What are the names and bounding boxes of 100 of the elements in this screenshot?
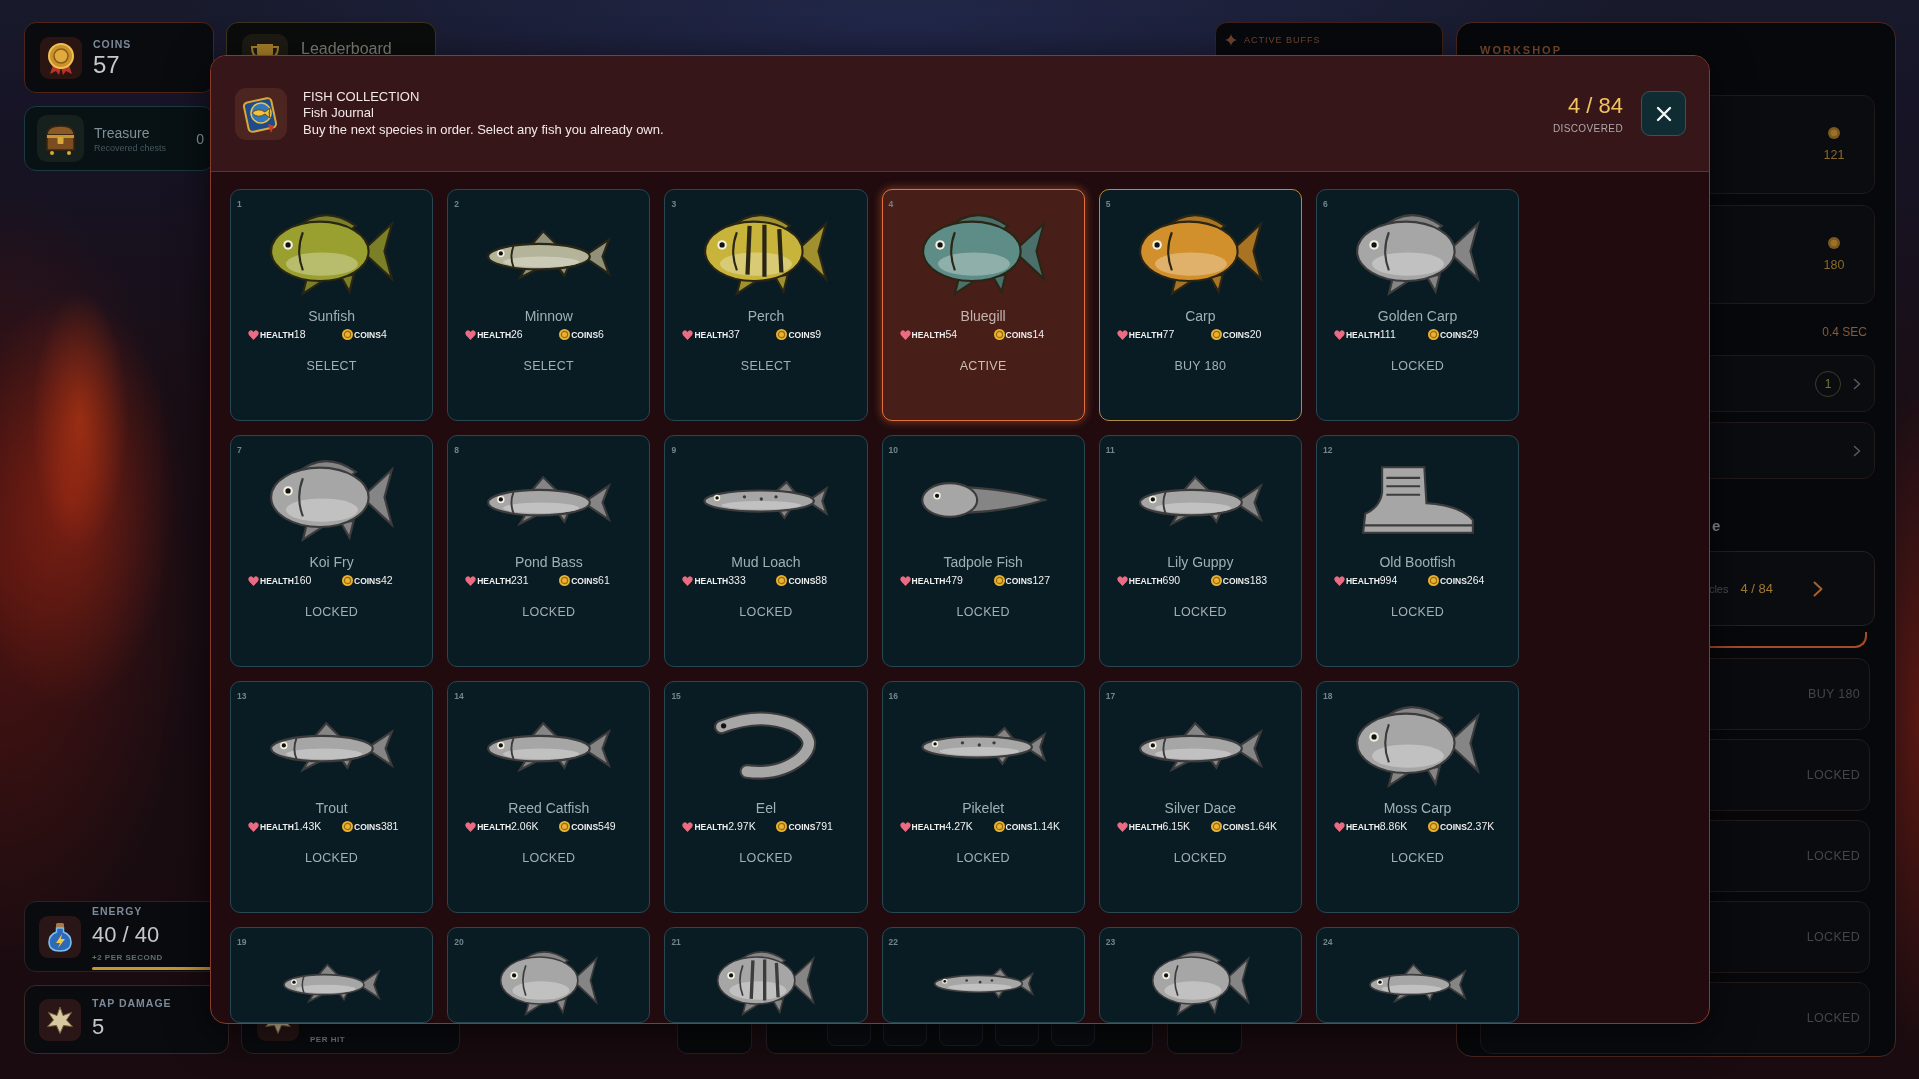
card-number: 11 [1105, 444, 1115, 456]
coin-icon [1210, 329, 1222, 340]
coins-stat: COINS61 [571, 573, 610, 588]
burst-icon [39, 998, 81, 1041]
heart-icon [899, 575, 911, 586]
fish-card[interactable]: 20 [447, 927, 651, 1023]
coins-stat: COINS183 [1222, 573, 1268, 588]
coins-stat: COINS2.37K [1439, 819, 1495, 834]
fish-card[interactable]: 22 [881, 927, 1085, 1023]
card-number: 14 [454, 690, 464, 702]
coins-stat: COINS20 [1222, 327, 1262, 342]
fish-card[interactable]: 2 Minnow HEALTH26 COINS6 SELECT [447, 189, 651, 421]
coin-icon [776, 329, 788, 340]
interval-text: 0.4 SEC [1822, 324, 1867, 341]
health-stat: HEALTH77 [1128, 327, 1175, 342]
health-stat: HEALTH479 [911, 573, 963, 588]
heart-icon [1116, 329, 1128, 340]
heart-icon [1333, 821, 1345, 832]
fish-card[interactable]: 9 Mud Loach HEALTH333 COINS88 LOCKED [664, 435, 868, 667]
card-number: 20 [454, 936, 464, 948]
coins-label: COINS [93, 36, 132, 51]
coin-icon [559, 329, 571, 340]
card-number: 22 [888, 936, 899, 948]
coin-icon [993, 575, 1005, 586]
health-stat: HEALTH1.43K [260, 819, 322, 834]
fish-card[interactable]: 11 Lily Guppy HEALTH690 COINS183 LOCKED [1098, 435, 1302, 667]
fish-card[interactable]: 17 Silver Dace HEALTH6.15K COINS1.64K LOCKED [1098, 681, 1302, 913]
chevron-right-icon [1813, 580, 1823, 597]
action-text: LOCKED [1806, 768, 1860, 782]
cost-text: 121 [1823, 148, 1845, 162]
fish-name: Minnow [524, 307, 573, 326]
fish-card[interactable]: 23 [1098, 927, 1302, 1023]
coins-stat: COINS88 [788, 573, 827, 588]
fish-card[interactable]: 7 Koi Fry HEALTH160 COINS42 LOCKED [230, 435, 434, 667]
coins-stat: COINS29 [1439, 327, 1479, 342]
card-number: 18 [1322, 690, 1333, 702]
coin-icon [1210, 821, 1222, 832]
health-stat: HEALTH54 [911, 327, 958, 342]
card-number: 3 [671, 198, 677, 210]
fish-name: Moss Carp [1383, 799, 1452, 818]
fish-name: Perch [747, 307, 785, 326]
health-stat: HEALTH37 [694, 327, 740, 342]
energy-value: 40 / 40 [92, 923, 160, 947]
action-text: SELECT [523, 358, 574, 374]
fish-card[interactable]: 24 [1315, 927, 1520, 1023]
coins-stat: COINS127 [1005, 573, 1050, 588]
heart-icon [1116, 821, 1128, 832]
fish-name: Tadpole Fish [943, 553, 1023, 572]
fish-card[interactable]: 19 [230, 927, 434, 1023]
chevron-right-icon [1853, 444, 1861, 457]
health-stat: HEALTH690 [1128, 573, 1181, 588]
heart-icon [1333, 329, 1345, 340]
close-button[interactable] [1641, 91, 1686, 136]
coins-stat: COINS14 [1005, 327, 1045, 342]
health-stat: HEALTH994 [1345, 573, 1398, 588]
coins-stat: COINS264 [1439, 573, 1485, 588]
close-icon [1655, 105, 1672, 122]
collection-label: cles [1708, 582, 1729, 595]
fish-card[interactable]: 16 Pikelet HEALTH4.27K COINS1.14K LOCKED [881, 681, 1085, 913]
action-text: LOCKED [956, 604, 1010, 620]
coin-icon [993, 821, 1005, 832]
workshop-title: WORKSHOP [1480, 43, 1562, 58]
fish-name: Koi Fry [309, 553, 354, 572]
action-text: LOCKED [1173, 850, 1227, 866]
card-number: 7 [237, 444, 242, 456]
action-text: LOCKED [522, 850, 576, 866]
fish-card[interactable]: 12 Old Bootfish HEALTH994 COINS264 LOCKED [1315, 435, 1520, 667]
card-number: 10 [888, 444, 899, 456]
action-text: LOCKED [956, 850, 1010, 866]
fish-name: Carp [1185, 307, 1216, 326]
fish-card[interactable]: 14 Reed Catfish HEALTH2.06K COINS549 LOCKED [447, 681, 651, 913]
fish-card[interactable]: 6 Golden Carp HEALTH111 COINS29 LOCKED [1315, 189, 1520, 421]
fish-card[interactable]: 13 Trout HEALTH1.43K COINS381 LOCKED [230, 681, 434, 913]
fish-card[interactable]: 21 [664, 927, 868, 1023]
fish-card[interactable]: 8 Pond Bass HEALTH231 COINS61 LOCKED [447, 435, 651, 667]
fish-card[interactable]: 1 Sunfish HEALTH18 COINS4 SELECT [230, 189, 434, 421]
medal-icon [40, 36, 82, 79]
heart-icon [465, 575, 477, 586]
heart-icon [248, 575, 259, 586]
card-number: 1 [237, 198, 242, 210]
fish-card[interactable]: 3 Perch HEALTH37 COINS9 SELECT [664, 189, 868, 421]
health-stat: HEALTH333 [694, 573, 746, 588]
card-number: 2 [454, 198, 459, 210]
fish-card[interactable]: 4 Bluegill HEALTH54 COINS14 ACTIVE [881, 189, 1085, 421]
fish-card[interactable]: 18 Moss Carp HEALTH8.86K COINS2.37K LOCKED [1315, 681, 1520, 913]
fish-card[interactable]: 15 Eel HEALTH2.97K COINS791 LOCKED [664, 681, 868, 913]
tap-damage-value: 5 [92, 1015, 105, 1039]
fish-name: Golden Carp [1377, 307, 1458, 326]
coin-icon [1828, 237, 1840, 249]
fish-name: Eel [755, 799, 777, 818]
coin-icon [1427, 575, 1439, 586]
health-stat: HEALTH18 [260, 327, 306, 342]
fish-name: Pikelet [962, 799, 1005, 818]
treasure-subtitle: Recovered chests [94, 141, 167, 154]
fish-card[interactable]: 5 Carp HEALTH77 COINS20 BUY 180 [1098, 189, 1302, 421]
fish-card[interactable]: 10 Tadpole Fish HEALTH479 COINS127 LOCKED [881, 435, 1085, 667]
fish-name: Sunfish [308, 307, 355, 326]
fish-name: Pond Bass [514, 553, 583, 572]
dialog-description: Buy the next species in order. Select any fish you already own. [303, 121, 664, 139]
per-hit-label: PER HIT [310, 1035, 346, 1044]
